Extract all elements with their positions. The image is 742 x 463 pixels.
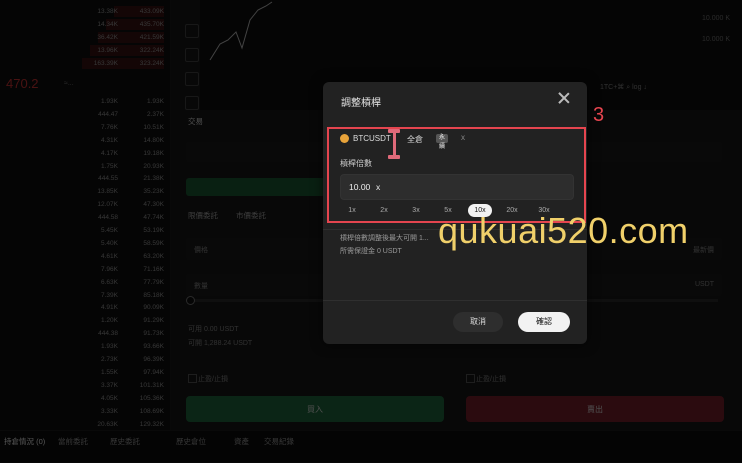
max-position-info: 槓桿倍數調整後最大可開 1...: [340, 235, 429, 242]
highlight-box: [327, 127, 586, 223]
cancel-button[interactable]: 取消: [453, 312, 503, 332]
watermark: qukuai520.com: [438, 210, 689, 251]
step-number: 3: [593, 104, 605, 126]
confirm-button[interactable]: 確認: [518, 312, 570, 332]
divider: [323, 300, 587, 301]
dialog-title: 調整槓桿: [341, 98, 381, 109]
close-icon[interactable]: [557, 91, 571, 105]
required-margin-info: 所需保證金 0 USDT: [340, 248, 402, 255]
